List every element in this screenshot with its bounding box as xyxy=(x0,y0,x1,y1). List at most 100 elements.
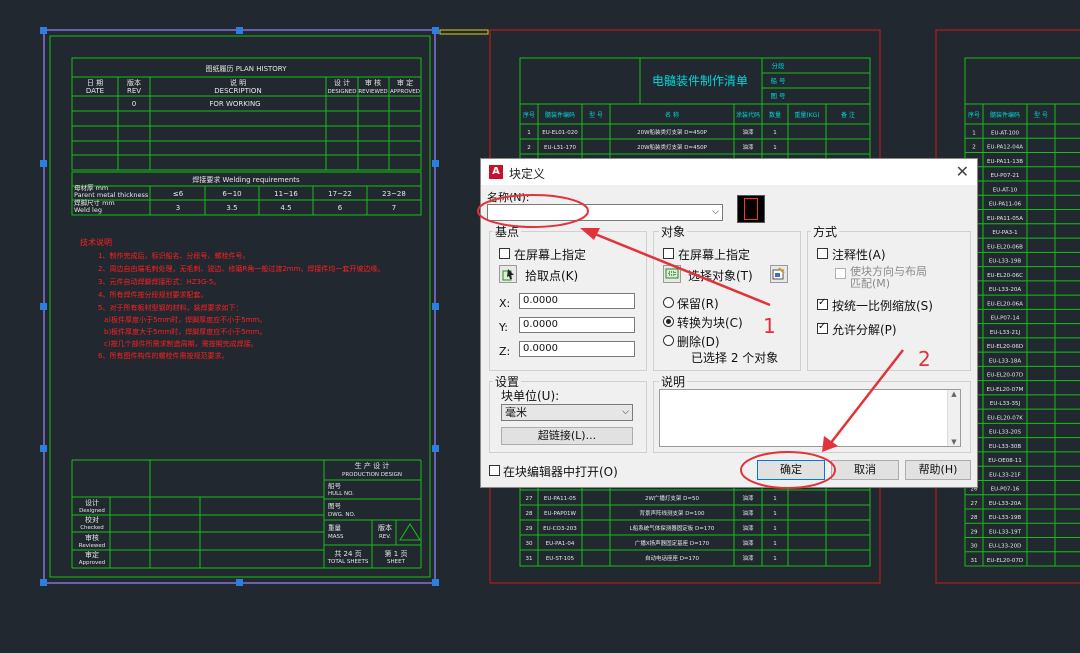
ok-button[interactable]: 确定 xyxy=(757,460,825,480)
parts-list-cell: EU-PA1-04 xyxy=(546,541,575,547)
block-unit-select[interactable]: 毫米 ⌵ xyxy=(501,404,633,421)
right-table-cell: 28 xyxy=(971,515,978,521)
annotative-checkbox[interactable] xyxy=(817,248,828,259)
parts-list-cell: 油漆 xyxy=(742,554,754,562)
dialog-titlebar[interactable]: A 块定义 ✕ xyxy=(481,159,977,185)
cancel-button[interactable]: 取消 xyxy=(831,460,899,480)
svg-text:第 1 页: 第 1 页 xyxy=(385,549,408,558)
hyperlink-button[interactable]: 超链接(L)... xyxy=(501,427,633,445)
right-table-cell: EU-EL20-06A xyxy=(987,301,1023,307)
right-table-cell: 31 xyxy=(971,558,978,564)
scroll-down-icon[interactable]: ▼ xyxy=(948,438,960,446)
svg-text:1、制作完成后，标识船名、分段号、螺栓件号。: 1、制作完成后，标识船名、分段号、螺栓件号。 xyxy=(98,251,249,260)
svg-text:11~16: 11~16 xyxy=(274,190,298,198)
dialog-title: 块定义 xyxy=(509,167,546,181)
svg-text:17~22: 17~22 xyxy=(328,190,352,198)
right-table-cell: EU-L33-21J xyxy=(990,330,1021,336)
svg-text:HULL NO.: HULL NO. xyxy=(328,491,354,497)
parts-list-cell: 油漆 xyxy=(742,539,754,547)
description-scrollbar[interactable]: ▲ ▼ xyxy=(947,390,960,446)
parts-list-cell: 20W船装类灯支架 D=450P xyxy=(637,143,708,151)
allow-exploding-checkbox[interactable] xyxy=(817,321,828,334)
svg-text:Parent metal thickness: Parent metal thickness xyxy=(74,191,149,199)
autocad-logo-icon: A xyxy=(489,165,503,179)
description-textarea[interactable]: ▲ ▼ xyxy=(659,389,961,447)
parts-list-cell: 1 xyxy=(773,496,777,502)
block-unit-label: 块单位(U): xyxy=(501,389,560,403)
svg-text:a)板件厚度小于5mm时，焊脚厚度应不小于5mm。: a)板件厚度小于5mm时，焊脚厚度应不小于5mm。 xyxy=(104,315,266,324)
open-in-block-editor-label: 在块编辑器中打开(O) xyxy=(503,465,618,479)
svg-text:Weld leg: Weld leg xyxy=(74,206,102,214)
objects-specify-on-screen-checkbox[interactable] xyxy=(663,248,674,259)
help-button[interactable]: 帮助(H) xyxy=(905,460,971,480)
right-table-cell: EU-P07-21 xyxy=(991,173,1020,179)
parts-list-cell: 2 xyxy=(527,145,531,151)
scroll-up-icon[interactable]: ▲ xyxy=(948,390,960,398)
svg-text:DWG. NO.: DWG. NO. xyxy=(328,512,356,518)
svg-text:0: 0 xyxy=(132,100,136,108)
plan-history-title: 图纸履历 PLAN HISTORY xyxy=(205,64,287,73)
svg-text:DATE: DATE xyxy=(86,87,104,95)
description-group-label: 说明 xyxy=(659,373,688,390)
parts-list-cell: 1 xyxy=(773,130,777,136)
z-field[interactable]: 0.0000 xyxy=(519,341,635,357)
block-name-combobox[interactable]: ⌵ xyxy=(487,204,723,221)
svg-text:船 号: 船 号 xyxy=(770,76,786,85)
svg-text:7: 7 xyxy=(392,204,396,212)
retain-radio[interactable] xyxy=(663,297,674,308)
svg-text:Approved: Approved xyxy=(79,560,105,566)
right-table-cell: EU-L33-20A xyxy=(989,287,1022,293)
parts-list-cell: 油漆 xyxy=(742,128,754,136)
svg-text:重量(KG): 重量(KG) xyxy=(794,111,819,119)
allow-exploding-label: 允许分解(P) xyxy=(832,323,897,337)
svg-text:REV: REV xyxy=(127,87,141,95)
block-preview xyxy=(737,195,765,223)
right-table-cell: 27 xyxy=(971,501,978,507)
y-label: Y: xyxy=(499,321,508,334)
scale-uniformly-checkbox[interactable] xyxy=(817,297,828,310)
delete-radio[interactable] xyxy=(663,335,674,346)
svg-text:数量: 数量 xyxy=(769,111,781,119)
right-table-cell: 30 xyxy=(971,544,978,550)
svg-text:DESIGNED: DESIGNED xyxy=(328,89,357,95)
right-table-cell: EU-L33-19B xyxy=(989,515,1022,521)
match-orientation-label: 使块方向与布局匹配(M) xyxy=(850,265,927,290)
svg-text:6、所有图件构件的螺栓件需按规范要求。: 6、所有图件构件的螺栓件需按规范要求。 xyxy=(98,351,228,360)
svg-text:船号: 船号 xyxy=(328,481,342,490)
parts-list-cell: L船系统气体探测器固定板 D=170 xyxy=(630,524,715,532)
svg-text:APPROVED: APPROVED xyxy=(390,89,420,95)
base-specify-on-screen-checkbox[interactable] xyxy=(499,248,510,259)
svg-text:6~10: 6~10 xyxy=(222,190,241,198)
pick-point-button-label[interactable]: 拾取点(K) xyxy=(525,267,578,284)
svg-text:TOTAL SHEETS: TOTAL SHEETS xyxy=(327,559,369,565)
y-field[interactable]: 0.0000 xyxy=(519,317,635,333)
svg-text:3、元件自动焊脚焊接形式：HZ3G-5。: 3、元件自动焊脚焊接形式：HZ3G-5。 xyxy=(98,277,220,286)
close-icon[interactable]: ✕ xyxy=(956,162,969,181)
parts-list-cell: 自动电话座座 D=170 xyxy=(645,554,700,562)
select-objects-icon[interactable] xyxy=(663,265,681,283)
svg-text:6: 6 xyxy=(338,204,343,212)
svg-text:23~28: 23~28 xyxy=(382,190,406,198)
parts-list-title: 电髓装件制作清单 xyxy=(652,74,748,88)
z-label: Z: xyxy=(499,345,511,358)
parts-list-cell: 28 xyxy=(526,511,533,517)
convert-to-block-radio[interactable] xyxy=(663,316,674,327)
parts-list-cell: 1 xyxy=(773,511,777,517)
chevron-down-icon[interactable]: ⌵ xyxy=(622,405,629,420)
open-in-block-editor-checkbox[interactable] xyxy=(489,465,500,476)
select-objects-label[interactable]: 选择对象(T) xyxy=(688,267,753,284)
quick-select-icon[interactable] xyxy=(770,265,788,283)
right-table-cell: EU-L33-21F xyxy=(989,472,1021,478)
x-field[interactable]: 0.0000 xyxy=(519,293,635,309)
svg-text:审 核: 审 核 xyxy=(365,78,381,87)
svg-text:序号: 序号 xyxy=(968,111,980,119)
match-orientation-checkbox[interactable] xyxy=(835,268,846,279)
chevron-down-icon[interactable]: ⌵ xyxy=(712,205,719,220)
parts-list-cell: EU-ST-105 xyxy=(546,556,575,562)
parts-list-cell: 1 xyxy=(773,526,777,532)
pick-point-icon[interactable] xyxy=(499,265,517,283)
svg-text:备 注: 备 注 xyxy=(841,111,855,119)
parts-list-cell: 油漆 xyxy=(742,494,754,502)
svg-text:SHEET: SHEET xyxy=(387,559,406,565)
parts-list-cell: 背景声阵线测支架 D=100 xyxy=(639,509,705,517)
